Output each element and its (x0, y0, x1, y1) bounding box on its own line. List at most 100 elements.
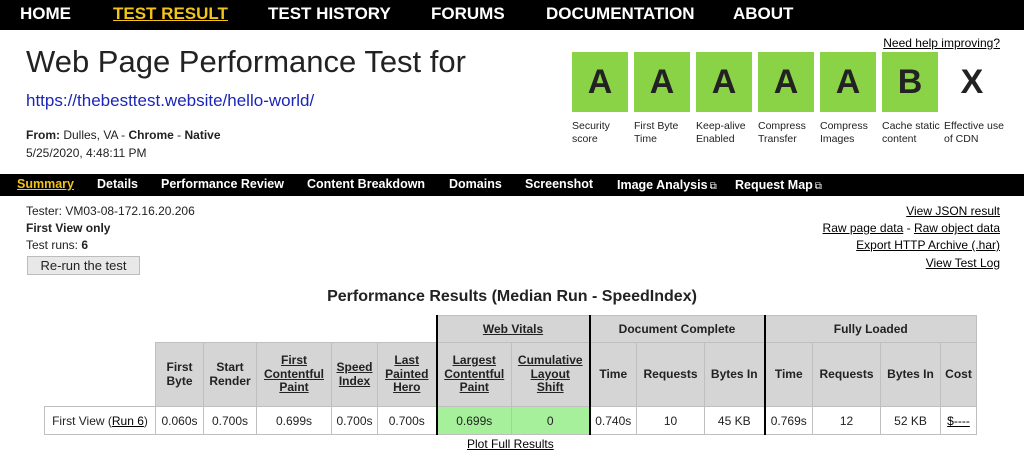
cell-last-painted-hero: 0.700s (377, 406, 437, 435)
connectivity-text: Native (184, 128, 221, 142)
grade-first-byte[interactable]: A (634, 52, 690, 112)
col-doc-requests: Requests (636, 342, 705, 407)
grade-label-cache-static: Cache static content (882, 120, 940, 145)
raw-page-data-link[interactable]: Raw page data (823, 221, 904, 235)
view-mode: First View only (26, 221, 111, 235)
view-test-log-link[interactable]: View Test Log (926, 256, 1000, 270)
from-label: From: (26, 128, 60, 142)
grade-label-compress-transfer: Compress Transfer (758, 120, 806, 145)
grade-security[interactable]: A (572, 52, 628, 112)
grade-compress-transfer[interactable]: A (758, 52, 814, 112)
col-cost: Cost (940, 342, 977, 407)
tab-screenshot[interactable]: Screenshot (525, 177, 593, 191)
tab-request-map-wrap: Request Map ⧉ (735, 177, 822, 192)
col-lcp[interactable]: Largest Contentful Paint (435, 342, 512, 407)
plot-full-results-link[interactable]: Plot Full Results (467, 437, 554, 451)
col-doc-bytes: Bytes In (704, 342, 765, 407)
group-document-complete: Document Complete (588, 315, 765, 343)
external-link-icon: ⧉ (814, 181, 822, 192)
cell-speed-index: 0.700s (331, 406, 378, 435)
cell-doc-time: 0.740s (588, 406, 637, 435)
grade-label-compress-images: Compress Images (820, 120, 868, 145)
cell-fcp: 0.699s (256, 406, 332, 435)
raw-links-row-1: View JSON result (906, 204, 1000, 218)
browser-text: Chrome (128, 128, 174, 142)
col-full-requests: Requests (812, 342, 881, 407)
test-runs-label: Test runs: (26, 238, 82, 252)
tab-domains[interactable]: Domains (449, 177, 502, 191)
tab-performance-review[interactable]: Performance Review (161, 177, 284, 191)
tested-url-link[interactable]: https://thebesttest.website/hello-world/ (26, 91, 314, 111)
tab-image-analysis-wrap: Image Analysis ⧉ (617, 177, 717, 192)
test-location: From: Dulles, VA - Chrome - Native (26, 128, 221, 142)
performance-results-title: Performance Results (Median Run - SpeedI… (327, 288, 697, 305)
tab-content-breakdown[interactable]: Content Breakdown (307, 177, 425, 191)
col-fcp[interactable]: First Contentful Paint (256, 342, 332, 407)
cell-full-time: 0.769s (763, 406, 813, 435)
external-link-icon: ⧉ (709, 181, 717, 192)
raw-links-row-4: View Test Log (926, 256, 1000, 270)
nav-test-history[interactable]: TEST HISTORY (268, 4, 391, 24)
row-header-spacer (45, 343, 156, 407)
nav-home[interactable]: HOME (20, 4, 71, 24)
grade-cache-static[interactable]: B (882, 52, 938, 112)
separator-text: - (173, 128, 185, 142)
grade-label-first-byte: First Byte Time (634, 120, 679, 145)
location-text: Dulles, VA - (60, 128, 129, 142)
cell-full-requests: 12 (812, 406, 881, 435)
cell-full-bytes: 52 KB (880, 406, 941, 435)
grade-label-keep-alive: Keep-alive Enabled (696, 120, 746, 145)
cell-first-byte: 0.060s (155, 406, 204, 435)
raw-links-row-3: Export HTTP Archive (.har) (856, 238, 1000, 252)
tab-details[interactable]: Details (97, 177, 138, 191)
test-runs-count: 6 (81, 238, 89, 252)
col-first-byte: First Byte (155, 342, 204, 407)
cell-lcp: 0.699s (435, 406, 512, 435)
tab-summary[interactable]: Summary (17, 177, 74, 191)
test-date: 5/25/2020, 4:48:11 PM (26, 146, 147, 160)
grade-label-cdn: Effective use of CDN (944, 120, 1004, 145)
rerun-test-button[interactable]: Re-run the test (27, 256, 140, 275)
nav-test-result[interactable]: TEST RESULT (113, 4, 228, 24)
page-title: Web Page Performance Test for (26, 44, 466, 79)
cell-start-render: 0.700s (203, 406, 257, 435)
col-full-time: Time (763, 342, 813, 407)
raw-links-row-2: Raw page data - Raw object data (823, 221, 1000, 235)
performance-results-table: Web Vitals Document Complete Fully Loade… (44, 315, 977, 435)
export-har-link[interactable]: Export HTTP Archive (.har) (856, 238, 1000, 252)
run-6-link[interactable]: Run 6 (112, 414, 144, 428)
cell-cost[interactable]: $---- (940, 406, 977, 435)
grade-keep-alive[interactable]: A (696, 52, 752, 112)
col-cls[interactable]: Cumulative Layout Shift (511, 342, 590, 407)
test-runs: Test runs: 6 (26, 238, 88, 252)
cell-doc-bytes: 45 KB (704, 406, 765, 435)
group-fully-loaded: Fully Loaded (763, 315, 977, 343)
nav-documentation[interactable]: DOCUMENTATION (546, 4, 695, 24)
result-tabs: Summary Details Performance Review Conte… (0, 174, 1024, 196)
col-last-painted-hero[interactable]: Last Painted Hero (377, 342, 437, 407)
row-label-first-view: First View (Run 6) (44, 406, 156, 435)
view-json-link[interactable]: View JSON result (906, 204, 1000, 218)
grade-cdn[interactable]: X (944, 52, 1000, 112)
col-full-bytes: Bytes In (880, 342, 941, 407)
col-start-render: Start Render (203, 342, 257, 407)
grade-compress-images[interactable]: A (820, 52, 876, 112)
tester-info: Tester: VM03-08-172.16.20.206 (26, 204, 195, 218)
tab-request-map[interactable]: Request Map (735, 178, 813, 192)
nav-about[interactable]: ABOUT (733, 4, 793, 24)
top-nav: HOME TEST RESULT TEST HISTORY FORUMS DOC… (0, 0, 1024, 30)
table-row: First View (Run 6) 0.060s 0.700s 0.699s … (44, 406, 977, 435)
raw-object-data-link[interactable]: Raw object data (914, 221, 1000, 235)
col-doc-time: Time (588, 342, 637, 407)
nav-forums[interactable]: FORUMS (431, 4, 505, 24)
col-speed-index[interactable]: Speed Index (331, 342, 378, 407)
link-separator: - (903, 221, 914, 235)
grade-label-security: Security score (572, 120, 610, 145)
tab-image-analysis[interactable]: Image Analysis (617, 178, 708, 192)
cell-cls: 0 (511, 406, 590, 435)
table-spacer (45, 316, 437, 343)
need-help-link[interactable]: Need help improving? (883, 36, 1000, 50)
cost-link[interactable]: $---- (947, 414, 970, 428)
cell-doc-requests: 10 (636, 406, 705, 435)
group-web-vitals[interactable]: Web Vitals (435, 315, 590, 343)
